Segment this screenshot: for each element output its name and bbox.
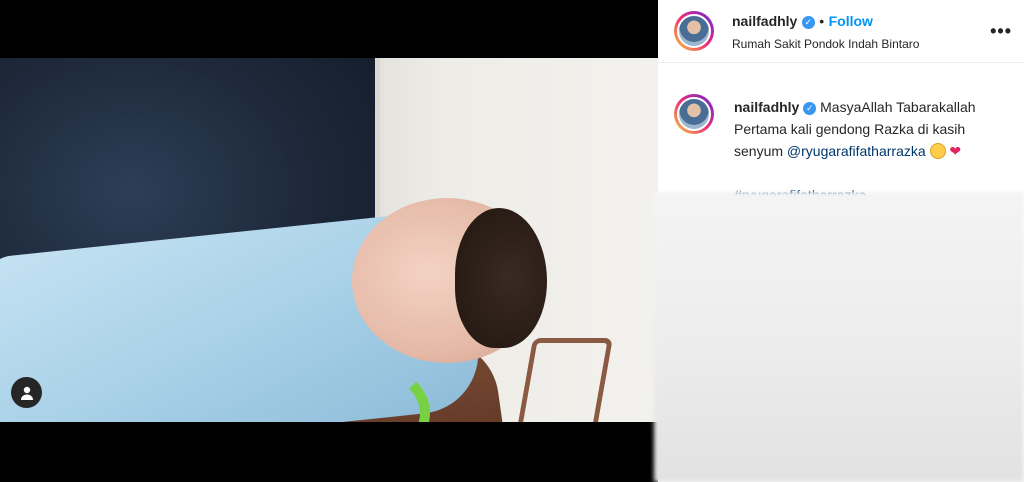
caption-username[interactable]: nailfadhly — [734, 99, 799, 115]
author-avatar[interactable] — [674, 11, 714, 51]
caption-avatar[interactable] — [674, 94, 714, 134]
post-media[interactable] — [0, 0, 658, 482]
post-caption: nailfadhly ✓ MasyaAllah Tabarakallah Per… — [734, 96, 1014, 206]
blurred-overlay — [654, 192, 1024, 482]
post-photo — [0, 58, 658, 422]
more-options-icon[interactable]: ••• — [990, 21, 1012, 42]
caption-mention[interactable]: @ryugarafifatharrazka — [787, 143, 926, 159]
post-location[interactable]: Rumah Sakit Pondok Indah Bintaro — [732, 37, 919, 51]
follow-button[interactable]: Follow — [829, 13, 873, 29]
verified-badge-icon: ✓ — [801, 16, 815, 29]
post-header: nailfadhly ✓ • Follow Rumah Sakit Pondok… — [658, 0, 1024, 63]
verified-badge-icon: ✓ — [803, 102, 817, 115]
photo-baby-hair — [455, 208, 547, 348]
heart-icon: ❤ — [949, 143, 962, 159]
separator-dot: • — [819, 13, 825, 29]
post-sidebar: nailfadhly ✓ • Follow Rumah Sakit Pondok… — [654, 0, 1024, 482]
author-line: nailfadhly ✓ • Follow — [732, 13, 873, 31]
user-tag-icon[interactable] — [11, 377, 42, 408]
caption-line-3: senyum — [734, 143, 787, 159]
caption-line-1: MasyaAllah Tabarakallah — [820, 99, 976, 115]
author-username[interactable]: nailfadhly — [732, 13, 797, 29]
caption-line-2: Pertama kali gendong Razka di kasih — [734, 121, 966, 137]
smiling-face-icon — [929, 143, 946, 159]
